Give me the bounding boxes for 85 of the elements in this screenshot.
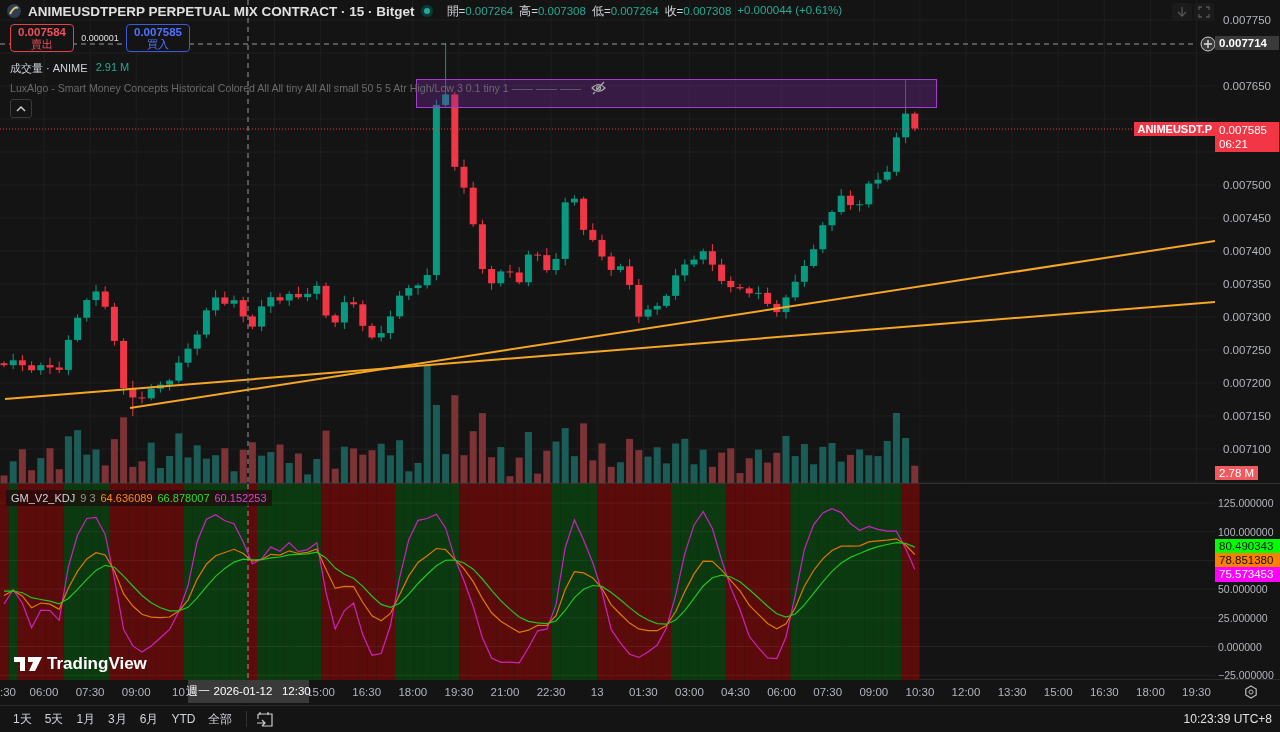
- collapse-button[interactable]: [10, 99, 32, 118]
- indicator-tick: 100.000000: [1218, 525, 1274, 538]
- ohlc-label: 收=: [664, 4, 684, 17]
- symbol-title: ANIMEUSDTPERP PERPETUAL MIX CONTRACT · 15 · Bitget: [28, 3, 415, 19]
- price-tick: 0.007400: [1223, 245, 1271, 257]
- ohlc-value: 0.007264: [610, 4, 659, 17]
- time-label: 10:30: [905, 686, 935, 698]
- spread-value: 0.000001: [80, 33, 120, 43]
- indicator-tick: 125.000000: [1218, 497, 1274, 509]
- time-label: 10: [172, 686, 185, 698]
- indicator-tick: 50.000000: [1218, 583, 1268, 596]
- time-label: 19:30: [444, 686, 474, 698]
- indicator-value: 60.152253: [214, 492, 267, 504]
- indicator-tick: 0.000000: [1218, 640, 1262, 653]
- time-label: 13: [590, 686, 604, 698]
- last-price-tag: 0.007585 06:21: [1215, 122, 1279, 152]
- time-label: 19:30: [1182, 686, 1211, 698]
- time-label: 04:30: [721, 686, 750, 698]
- time-label: 03:00: [675, 686, 704, 698]
- ohlc-value: 0.007264: [465, 4, 514, 17]
- volume-tag: 2.78 M: [1215, 466, 1259, 480]
- ohlc-value: 0.007308: [537, 4, 586, 17]
- plus-circle-icon: [1200, 36, 1215, 52]
- ohlc-label: 高=: [519, 4, 538, 17]
- time-label: 01:30: [628, 686, 658, 698]
- time-label: 16:30: [1089, 686, 1119, 698]
- price-tick: 0.007250: [1223, 344, 1271, 356]
- time-label: 21:00: [490, 686, 520, 698]
- price-tick: 0.007350: [1223, 278, 1271, 290]
- time-label: 22:30: [536, 686, 566, 698]
- range-button[interactable]: 全部: [203, 708, 238, 730]
- tradingview-logo: TradingView: [14, 654, 147, 674]
- time-label: 12:00: [951, 686, 981, 698]
- clock-time: 10:23:39 UTC+8: [1183, 712, 1272, 726]
- price-tick: 0.007150: [1223, 410, 1271, 422]
- buy-button[interactable]: 0.007585 買入: [126, 24, 190, 52]
- crosshair-time: 週一 2026-01-12 12:30: [188, 680, 309, 703]
- time-label: 16:30: [352, 686, 382, 698]
- ohlc-label: 低=: [591, 4, 611, 17]
- time-label: 13:30: [997, 686, 1027, 698]
- eye-slash-icon[interactable]: [591, 81, 607, 95]
- indicator-value: 64.636089: [100, 492, 153, 504]
- range-button[interactable]: YTD: [166, 710, 201, 728]
- time-label: 18:00: [1136, 686, 1165, 698]
- price-tick: 0.007300: [1223, 311, 1271, 323]
- price-tick: 0.007500: [1223, 179, 1271, 191]
- chevron-up-icon: [16, 105, 26, 112]
- indicator-tick: 25.000000: [1218, 611, 1268, 624]
- indicator-tick: −25.000000: [1218, 669, 1274, 682]
- range-button[interactable]: 1月: [71, 708, 101, 730]
- coin-icon: [6, 3, 22, 19]
- time-label: :30: [0, 686, 16, 698]
- price-tick: 0.007200: [1223, 377, 1271, 389]
- price-tick: 0.007750: [1223, 14, 1271, 26]
- sell-button[interactable]: 0.007584 賣出: [10, 24, 74, 52]
- time-label: 06:00: [767, 686, 796, 698]
- volume-value: 2.91 M: [95, 61, 130, 75]
- logo-mark-icon: [14, 656, 42, 672]
- price-tick: 0.007650: [1223, 80, 1271, 92]
- range-button[interactable]: 5天: [39, 708, 69, 730]
- price-change: +0.000044 (+0.61%): [737, 3, 843, 18]
- volume-label: 成交量 · ANIME: [10, 61, 88, 76]
- time-label: 09:00: [121, 686, 151, 698]
- range-button[interactable]: 6月: [134, 708, 164, 730]
- time-label: 07:30: [813, 686, 843, 698]
- range-button[interactable]: 3月: [103, 708, 132, 730]
- time-label: 09:00: [859, 686, 889, 698]
- indicator-value: 66.878007: [157, 492, 210, 504]
- time-label: 07:30: [75, 686, 105, 698]
- price-tick: 0.007450: [1223, 212, 1271, 224]
- symbol-tag: ANIMEUSDT.P: [1134, 122, 1215, 136]
- ohlc-value: 0.007308: [683, 4, 732, 17]
- ohlc-label: 開=: [446, 4, 466, 17]
- frame-icon: [1198, 6, 1210, 18]
- price-tick: 0.007100: [1223, 443, 1271, 455]
- time-label: 15:00: [1043, 686, 1073, 698]
- time-label: 18:00: [398, 686, 428, 698]
- settings-icon[interactable]: [1244, 685, 1258, 699]
- indicator-value-tag: 75.573453: [1215, 567, 1280, 582]
- indicator-params: 9 3: [80, 492, 96, 504]
- time-label: 06:00: [29, 686, 59, 698]
- down-arrow-icon: [1176, 6, 1188, 18]
- range-button[interactable]: 1天: [8, 708, 37, 730]
- go-to-date-icon[interactable]: [256, 711, 275, 727]
- indicator-name: GM_V2_KDJ: [11, 492, 76, 504]
